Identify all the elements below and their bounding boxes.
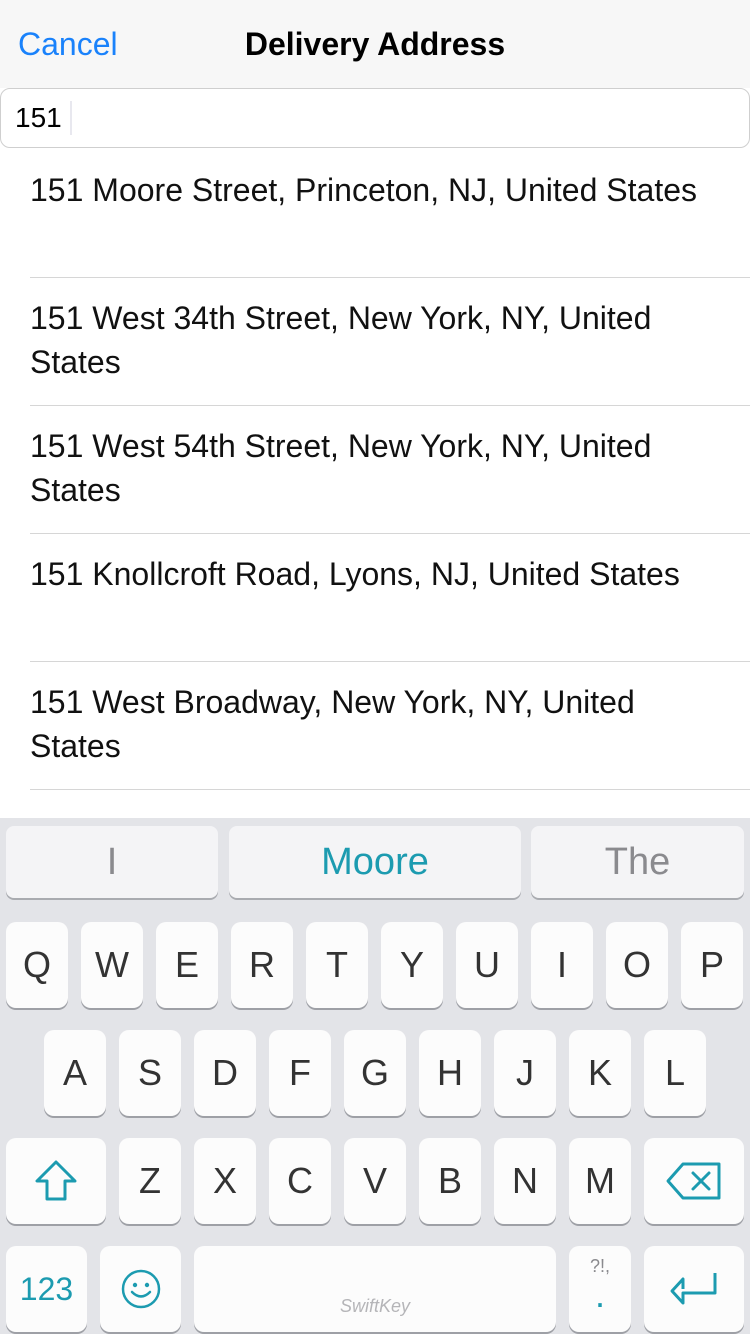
emoji-icon (121, 1269, 160, 1309)
key-r[interactable]: R (231, 922, 293, 1008)
address-suggestion[interactable]: 151 Knollcroft Road, Lyons, NJ, United S… (0, 534, 750, 662)
key-m[interactable]: M (569, 1138, 631, 1224)
nav-bar: Cancel Delivery Address (0, 0, 750, 88)
key-u[interactable]: U (456, 922, 518, 1008)
prediction-center[interactable]: Moore (229, 826, 521, 898)
key-c[interactable]: C (269, 1138, 331, 1224)
key-b[interactable]: B (419, 1138, 481, 1224)
suggestion-text: 151 Knollcroft Road, Lyons, NJ, United S… (30, 556, 680, 592)
address-suggestions-list: 151 Moore Street, Princeton, NJ, United … (0, 150, 750, 790)
key-f[interactable]: F (269, 1030, 331, 1116)
key-x[interactable]: X (194, 1138, 256, 1224)
numbers-key[interactable]: 123 (6, 1246, 87, 1332)
key-h[interactable]: H (419, 1030, 481, 1116)
backspace-key[interactable] (644, 1138, 744, 1224)
prediction-left[interactable]: I (6, 826, 218, 898)
key-d[interactable]: D (194, 1030, 256, 1116)
keyboard: I Moore The Q W E R T Y U I O P A S D F … (0, 818, 750, 1334)
address-suggestion[interactable]: 151 West Broadway, New York, NY, United … (0, 662, 750, 790)
key-q[interactable]: Q (6, 922, 68, 1008)
key-s[interactable]: S (119, 1030, 181, 1116)
key-a[interactable]: A (44, 1030, 106, 1116)
suggestion-text: 151 Moore Street, Princeton, NJ, United … (30, 172, 697, 208)
key-n[interactable]: N (494, 1138, 556, 1224)
address-search-input[interactable]: 151 (0, 88, 750, 148)
key-y[interactable]: Y (381, 922, 443, 1008)
divider (30, 789, 750, 790)
key-i[interactable]: I (531, 922, 593, 1008)
swiftkey-logo: SwiftKey (339, 1296, 411, 1316)
punctuation-key[interactable]: ?!, . (569, 1246, 631, 1332)
shift-icon (35, 1160, 77, 1201)
suggestion-text: 151 West Broadway, New York, NY, United … (30, 684, 635, 764)
key-g[interactable]: G (344, 1030, 406, 1116)
punctuation-main-label: . (594, 1274, 605, 1315)
return-icon (670, 1273, 717, 1305)
key-t[interactable]: T (306, 922, 368, 1008)
key-w[interactable]: W (81, 922, 143, 1008)
space-key[interactable]: SwiftKey (194, 1246, 556, 1332)
address-suggestion[interactable]: 151 West 54th Street, New York, NY, Unit… (0, 406, 750, 534)
address-suggestion[interactable]: 151 West 34th Street, New York, NY, Unit… (0, 278, 750, 406)
key-l[interactable]: L (644, 1030, 706, 1116)
key-o[interactable]: O (606, 922, 668, 1008)
search-input-value: 151 (15, 102, 62, 133)
cancel-button[interactable]: Cancel (18, 24, 118, 64)
key-k[interactable]: K (569, 1030, 631, 1116)
key-e[interactable]: E (156, 922, 218, 1008)
address-suggestion[interactable]: 151 Moore Street, Princeton, NJ, United … (0, 150, 750, 278)
key-p[interactable]: P (681, 922, 743, 1008)
emoji-key[interactable] (100, 1246, 181, 1332)
key-j[interactable]: J (494, 1030, 556, 1116)
prediction-right[interactable]: The (531, 826, 744, 898)
key-z[interactable]: Z (119, 1138, 181, 1224)
text-caret (70, 101, 72, 135)
suggestion-text: 151 West 34th Street, New York, NY, Unit… (30, 300, 652, 380)
shift-key[interactable] (6, 1138, 106, 1224)
key-v[interactable]: V (344, 1138, 406, 1224)
return-key[interactable] (644, 1246, 744, 1332)
backspace-icon (666, 1162, 721, 1200)
suggestion-text: 151 West 54th Street, New York, NY, Unit… (30, 428, 652, 508)
